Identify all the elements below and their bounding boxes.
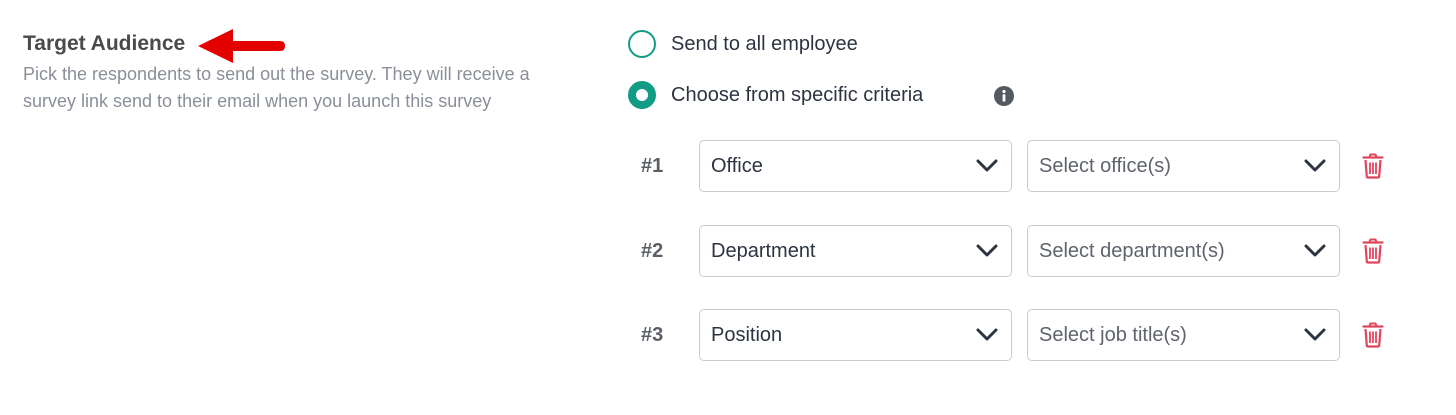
selected-value: Position xyxy=(711,324,783,346)
criteria-field-select[interactable]: Department xyxy=(699,225,1012,277)
criteria-value-select[interactable]: Select department(s) xyxy=(1027,225,1340,277)
criteria-number: #2 xyxy=(641,240,664,262)
criteria-row-1: #1 Office Select office(s) xyxy=(641,140,1401,192)
radio-send-all-employee[interactable]: Send to all employee xyxy=(628,30,858,58)
selected-value: Department xyxy=(711,240,816,262)
chevron-down-icon xyxy=(976,244,998,257)
radio-button-checked[interactable] xyxy=(628,81,656,109)
red-arrow-icon xyxy=(198,29,285,63)
select-placeholder: Select job title(s) xyxy=(1039,324,1187,346)
criteria-number: #1 xyxy=(641,155,664,177)
selected-value: Office xyxy=(711,155,763,177)
trash-icon[interactable] xyxy=(1362,322,1384,348)
radio-label: Send to all employee xyxy=(671,33,858,55)
criteria-row-3: #3 Position Select job title(s) xyxy=(641,309,1401,361)
criteria-value-select[interactable]: Select job title(s) xyxy=(1027,309,1340,361)
chevron-down-icon xyxy=(976,159,998,172)
select-placeholder: Select office(s) xyxy=(1039,155,1171,177)
radio-specific-criteria[interactable]: Choose from specific criteria xyxy=(628,81,923,109)
section-title: Target Audience xyxy=(23,32,186,55)
chevron-down-icon xyxy=(976,328,998,341)
select-placeholder: Select department(s) xyxy=(1039,240,1225,262)
trash-icon[interactable] xyxy=(1362,238,1384,264)
criteria-value-select[interactable]: Select office(s) xyxy=(1027,140,1340,192)
chevron-down-icon xyxy=(1304,244,1326,257)
criteria-row-2: #2 Department Select department(s) xyxy=(641,225,1401,277)
trash-icon[interactable] xyxy=(1362,153,1384,179)
criteria-field-select[interactable]: Position xyxy=(699,309,1012,361)
criteria-number: #3 xyxy=(641,324,664,346)
radio-button[interactable] xyxy=(628,30,656,58)
info-icon[interactable] xyxy=(993,85,1015,107)
criteria-field-select[interactable]: Office xyxy=(699,140,1012,192)
section-description: Pick the respondents to send out the sur… xyxy=(23,64,530,111)
chevron-down-icon xyxy=(1304,328,1326,341)
radio-label: Choose from specific criteria xyxy=(671,84,924,106)
chevron-down-icon xyxy=(1304,159,1326,172)
